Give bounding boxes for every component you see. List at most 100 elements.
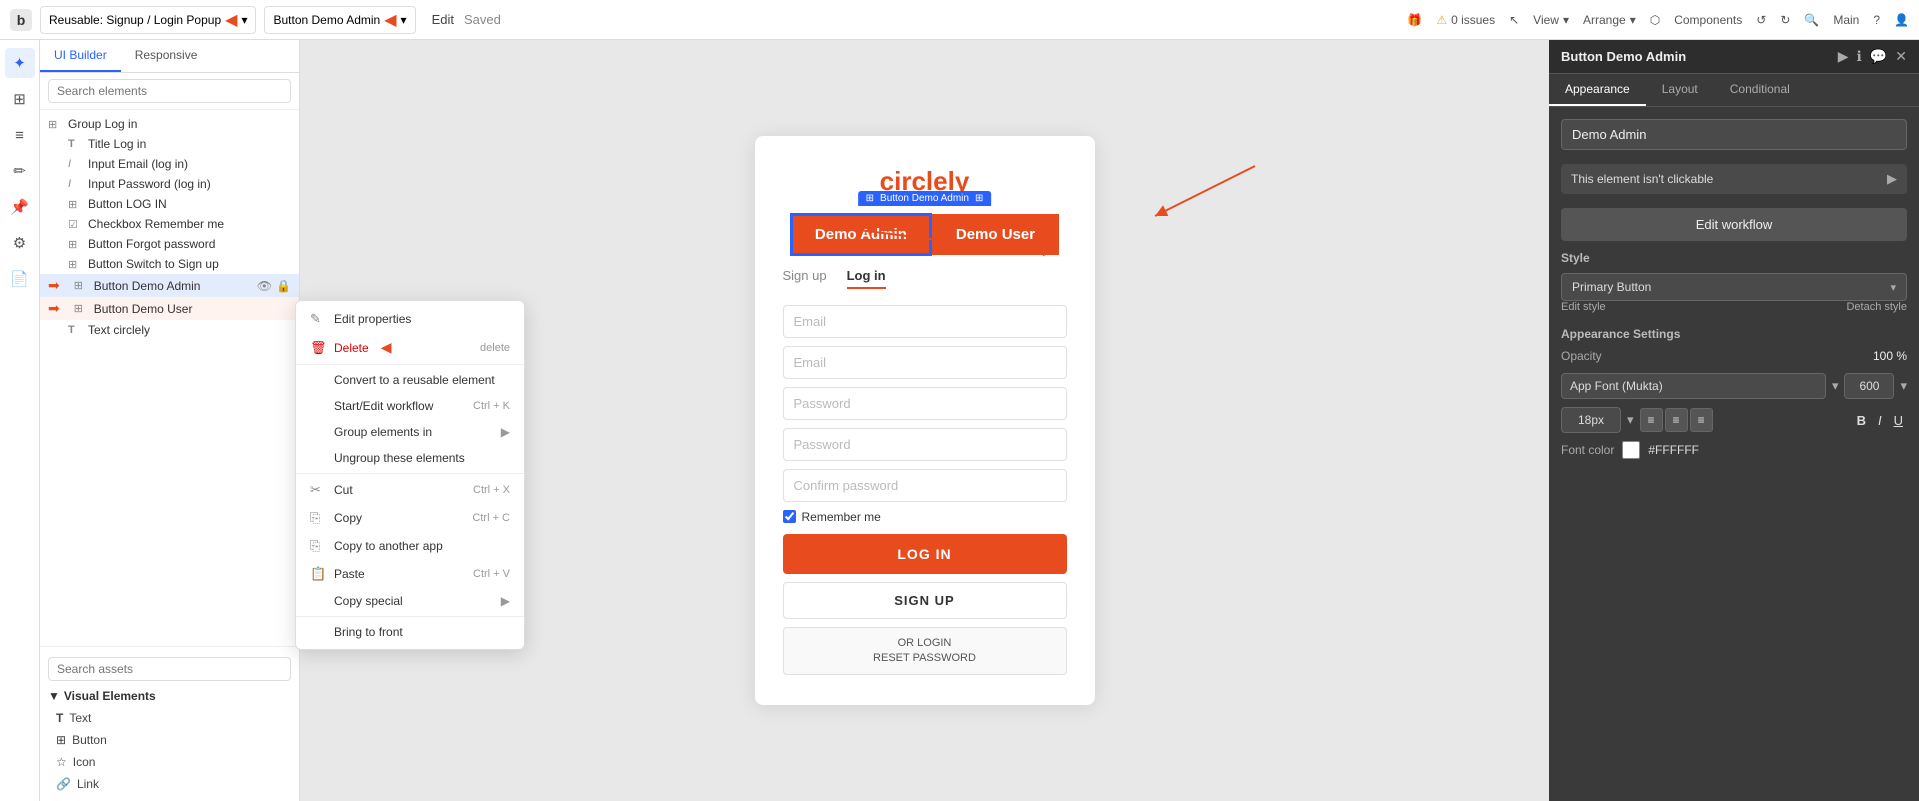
assets-item-text[interactable]: T Text bbox=[40, 707, 299, 729]
font-size-chevron[interactable]: ▾ bbox=[1627, 412, 1634, 428]
italic-btn[interactable]: I bbox=[1874, 411, 1886, 430]
redo-icon[interactable]: ↻ bbox=[1780, 13, 1790, 27]
ctx-ungroup[interactable]: Ungroup these elements bbox=[296, 445, 524, 471]
tree-item-group-login[interactable]: ⊞ Group Log in bbox=[40, 114, 299, 134]
password-field-1[interactable]: Password bbox=[783, 387, 1067, 420]
ctx-cut[interactable]: ✂ Cut Ctrl + X bbox=[296, 476, 524, 504]
search-elements-input[interactable] bbox=[48, 79, 291, 103]
assets-item-link[interactable]: 🔗 Link bbox=[40, 773, 299, 795]
delete-label: Delete bbox=[334, 341, 369, 355]
arrange-dropdown[interactable]: Arrange ▾ bbox=[1583, 13, 1636, 27]
left-icon-ui-builder[interactable]: ✦ bbox=[5, 48, 35, 78]
eye-icon[interactable]: 👁 bbox=[257, 279, 272, 293]
bold-btn[interactable]: B bbox=[1853, 411, 1870, 430]
assets-text-label: Text bbox=[69, 711, 91, 725]
ctx-convert-reusable[interactable]: Convert to a reusable element bbox=[296, 367, 524, 393]
left-icon-settings[interactable]: ⚙ bbox=[5, 228, 35, 258]
rp-tab-conditional[interactable]: Conditional bbox=[1714, 74, 1806, 106]
assets-item-button[interactable]: ⊞ Button bbox=[40, 729, 299, 751]
tree-item-input-password[interactable]: I Input Password (log in) bbox=[40, 174, 299, 194]
email-field-2[interactable]: Email bbox=[783, 346, 1067, 379]
tab-ui-builder[interactable]: UI Builder bbox=[40, 40, 121, 72]
ctx-paste[interactable]: 📋 Paste Ctrl + V bbox=[296, 560, 524, 588]
info-icon[interactable]: ℹ bbox=[1857, 48, 1862, 65]
comment-icon[interactable]: 💬 bbox=[1870, 48, 1887, 65]
tree-item-button-demo-admin[interactable]: ➡ ⊞ Button Demo Admin 👁 🔒 bbox=[40, 274, 299, 297]
ctx-group-elements[interactable]: Group elements in ▶ bbox=[296, 419, 524, 445]
tree-item-button-login[interactable]: ⊞ Button LOG IN bbox=[40, 194, 299, 214]
tree-item-button-switch[interactable]: ⊞ Button Switch to Sign up bbox=[40, 254, 299, 274]
undo-icon[interactable]: ↺ bbox=[1756, 13, 1766, 27]
ctx-copy[interactable]: ⎘ Copy Ctrl + C bbox=[296, 504, 524, 532]
ctx-copy-special[interactable]: Copy special ▶ bbox=[296, 588, 524, 614]
tree-item-checkbox-remember[interactable]: ☑ Checkbox Remember me bbox=[40, 214, 299, 234]
left-icon-data[interactable]: ≡ bbox=[5, 120, 35, 150]
issues-item[interactable]: ⚠ 0 issues bbox=[1436, 13, 1495, 27]
element-name-input[interactable] bbox=[1561, 119, 1907, 150]
tree-item-input-email[interactable]: I Input Email (log in) bbox=[40, 154, 299, 174]
search-icon[interactable]: 🔍 bbox=[1804, 13, 1819, 27]
align-right-btn[interactable]: ≡ bbox=[1690, 408, 1713, 432]
play-icon[interactable]: ▶ bbox=[1838, 48, 1849, 65]
reusable-dropdown[interactable]: Reusable: Signup / Login Popup ◀ ▾ bbox=[40, 6, 256, 34]
align-center-btn[interactable]: ≡ bbox=[1665, 408, 1688, 432]
lock-icon[interactable]: 🔒 bbox=[276, 279, 291, 293]
tree-item-title-login[interactable]: T Title Log in bbox=[40, 134, 299, 154]
password-field-2[interactable]: Password bbox=[783, 428, 1067, 461]
components-icon[interactable]: ⬡ bbox=[1650, 13, 1660, 27]
ctx-copy-another-app[interactable]: ⎘ Copy to another app bbox=[296, 532, 524, 560]
signup-tab[interactable]: Sign up bbox=[783, 268, 827, 289]
assets-group-visual[interactable]: ▼ Visual Elements bbox=[40, 685, 299, 707]
font-select[interactable]: App Font (Mukta) bbox=[1561, 373, 1826, 399]
left-icon-database[interactable]: 📄 bbox=[5, 264, 35, 294]
workflow-shortcut: Ctrl + K bbox=[473, 400, 510, 412]
email-field-1[interactable]: Email bbox=[783, 305, 1067, 338]
left-icon-pin[interactable]: 📌 bbox=[5, 192, 35, 222]
close-icon[interactable]: ✕ bbox=[1895, 48, 1907, 65]
login-tab[interactable]: Log in bbox=[847, 268, 886, 289]
help-icon[interactable]: ? bbox=[1873, 13, 1880, 27]
font-weight-chevron[interactable]: ▾ bbox=[1900, 378, 1907, 394]
cursor-icon[interactable]: ↖ bbox=[1509, 13, 1519, 27]
login-button[interactable]: LOG IN bbox=[783, 534, 1067, 574]
tree-item-button-demo-user[interactable]: ➡ ⊞ Button Demo User bbox=[40, 297, 299, 320]
view-dropdown[interactable]: View ▾ bbox=[1533, 13, 1569, 27]
ctx-delete[interactable]: 🗑 Delete ◀ delete bbox=[296, 333, 524, 362]
ctx-bring-front[interactable]: Bring to front bbox=[296, 619, 524, 645]
search-assets-input[interactable] bbox=[48, 657, 291, 681]
assets-item-icon[interactable]: ☆ Icon bbox=[40, 751, 299, 773]
main-label[interactable]: Main bbox=[1833, 13, 1859, 27]
remember-me-checkbox[interactable] bbox=[783, 510, 796, 523]
ctx-start-workflow[interactable]: Start/Edit workflow Ctrl + K bbox=[296, 393, 524, 419]
align-left-btn[interactable]: ≡ bbox=[1640, 408, 1663, 432]
rp-tab-appearance[interactable]: Appearance bbox=[1549, 74, 1646, 106]
font-dropdown-chevron[interactable]: ▾ bbox=[1832, 378, 1839, 394]
font-color-swatch[interactable] bbox=[1622, 441, 1640, 459]
edit-style-label[interactable]: Edit style bbox=[1561, 301, 1606, 313]
avatar-icon[interactable]: 👤 bbox=[1894, 13, 1909, 27]
demo-admin-button[interactable]: Demo Admin bbox=[790, 213, 932, 256]
toggle-icon: ▶ bbox=[1887, 171, 1897, 187]
style-select-row[interactable]: Primary Button ▾ bbox=[1561, 273, 1907, 301]
signup-button[interactable]: SIGN UP bbox=[783, 582, 1067, 619]
left-icon-style[interactable]: ✏ bbox=[5, 156, 35, 186]
font-size-input[interactable]: 18px bbox=[1561, 407, 1621, 433]
confirm-password-field[interactable]: Confirm password bbox=[783, 469, 1067, 502]
not-clickable-toggle[interactable]: This element isn't clickable ▶ bbox=[1561, 164, 1907, 194]
left-icon-layout[interactable]: ⊞ bbox=[5, 84, 35, 114]
gift-icon[interactable]: 🎁 bbox=[1407, 13, 1422, 27]
rp-tab-layout[interactable]: Layout bbox=[1646, 74, 1714, 106]
edit-workflow-button[interactable]: Edit workflow bbox=[1561, 208, 1907, 241]
underline-btn[interactable]: U bbox=[1890, 411, 1907, 430]
font-weight-input[interactable]: 600 bbox=[1844, 373, 1894, 399]
detach-style-label[interactable]: Detach style bbox=[1846, 301, 1907, 313]
page-dropdown[interactable]: Button Demo Admin ◀ ▾ bbox=[264, 6, 415, 34]
demo-user-button[interactable]: Demo User bbox=[932, 214, 1059, 255]
tree-item-text-circlely[interactable]: T Text circlely bbox=[40, 320, 299, 340]
edit-label[interactable]: Edit bbox=[432, 12, 454, 27]
reset-password-button[interactable]: OR LOGIN RESET PASSWORD bbox=[783, 627, 1067, 676]
tree-item-button-forgot[interactable]: ⊞ Button Forgot password bbox=[40, 234, 299, 254]
ctx-edit-properties[interactable]: ✎ Edit properties bbox=[296, 305, 524, 333]
canvas-inner: circlely ⊞ Button Demo Admin ⊞ Demo Admi… bbox=[755, 136, 1095, 706]
tab-responsive[interactable]: Responsive bbox=[121, 40, 212, 72]
